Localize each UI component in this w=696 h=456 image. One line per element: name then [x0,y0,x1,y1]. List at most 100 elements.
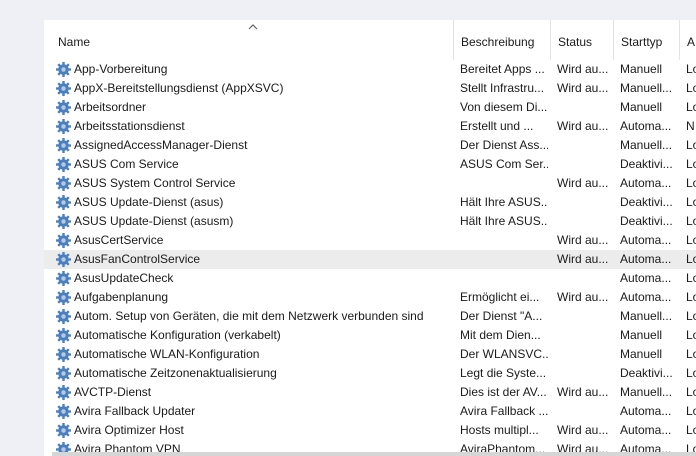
gear-icon [55,251,72,268]
chevron-up-icon[interactable] [248,24,258,30]
service-description: Der Dienst "A... [460,309,543,323]
table-row[interactable]: Aufgabenplanung Ermöglicht ei... Wird au… [44,288,696,307]
column-header-logon[interactable]: A [680,20,696,60]
gear-icon [55,118,72,135]
service-description: Dies ist der AV... [460,385,547,399]
services-list: App-Vorbereitung Bereitet Apps ... Wird … [44,60,696,456]
gear-icon [55,365,72,382]
table-row[interactable]: Autom. Setup von Geräten, die mit dem Ne… [44,307,696,326]
gear-icon [55,137,72,154]
table-row[interactable]: AsusUpdateCheck Automa... Lo [44,269,696,288]
table-row[interactable]: Automatische WLAN-Konfiguration Der WLAN… [44,345,696,364]
table-row[interactable]: AsusFanControlService Wird au... Automa.… [44,250,696,269]
column-header-name[interactable]: Name [44,20,454,60]
service-starttype: Deaktivi... [620,366,673,380]
service-description: Der Dienst Ass... [460,138,548,152]
service-name: AppX-Bereitstellungsdienst (AppXSVC) [74,81,284,95]
service-starttype: Manuell... [620,309,673,323]
service-name: AssignedAccessManager-Dienst [74,138,248,152]
service-starttype: Deaktivi... [620,214,673,228]
column-header-description[interactable]: Beschreibung [454,20,551,60]
service-starttype: Automa... [620,290,672,304]
service-name: AVCTP-Dienst [74,385,152,399]
column-header-description-label: Beschreibung [461,35,535,49]
service-name: Avira Optimizer Host [74,423,184,437]
service-name: Automatische Zeitzonenaktualisierung [74,366,277,380]
gear-icon [55,403,72,420]
service-logon: Lo [686,309,696,323]
service-logon: Lo [686,100,696,114]
service-description: Bereitet Apps ... [460,62,545,76]
list-header: Name Beschreibung Status Starttyp A [44,20,696,60]
service-status [557,326,611,345]
table-row[interactable]: App-Vorbereitung Bereitet Apps ... Wird … [44,60,696,79]
service-description: Hält Ihre ASUS... [460,214,548,228]
service-name: AsusCertService [74,233,164,247]
service-status: Wird au... [557,290,609,304]
service-status: Wird au... [557,385,609,399]
table-row[interactable]: Arbeitsstationsdienst Erstellt und ... W… [44,117,696,136]
service-description: Mit dem Dien... [460,328,541,342]
table-row[interactable]: ASUS System Control Service Wird au... A… [44,174,696,193]
service-name: Arbeitsstationsdienst [74,119,185,133]
table-row[interactable]: Avira Optimizer Host Hosts multipl... Wi… [44,421,696,440]
service-status [557,155,611,174]
services-list-panel: Name Beschreibung Status Starttyp A App-… [44,20,696,456]
service-name: ASUS System Control Service [74,176,236,190]
table-row[interactable]: Arbeitsordner Von diesem Di... Manuell L… [44,98,696,117]
service-status [557,402,611,421]
service-name: App-Vorbereitung [74,62,168,76]
gear-icon [55,327,72,344]
service-starttype: Deaktivi... [620,157,673,171]
service-description: ASUS Com Ser... [460,157,548,171]
service-description [460,231,548,250]
service-description [460,174,548,193]
service-starttype: Manuell [620,347,663,361]
service-status: Wird au... [557,62,609,76]
column-header-name-label: Name [58,35,91,49]
gear-icon [55,384,72,401]
gear-icon [55,80,72,97]
table-row[interactable]: Automatische Zeitzonenaktualisierung Leg… [44,364,696,383]
gear-icon [55,308,72,325]
service-status: Wird au... [557,252,609,266]
service-status: Wird au... [557,233,609,247]
table-row[interactable]: AssignedAccessManager-Dienst Der Dienst … [44,136,696,155]
table-row[interactable]: Automatische Konfiguration (verkabelt) M… [44,326,696,345]
service-starttype: Manuell [620,328,663,342]
gear-icon [55,289,72,306]
service-status [557,307,611,326]
service-description: Erstellt und ... [460,119,534,133]
table-row[interactable]: AVCTP-Dienst Dies ist der AV... Wird au.… [44,383,696,402]
table-row[interactable]: AppX-Bereitstellungsdienst (AppXSVC) Ste… [44,79,696,98]
service-description: Hosts multipl... [460,423,539,437]
gear-icon [55,422,72,439]
service-status [557,212,611,231]
service-starttype: Automa... [620,404,672,418]
service-name: Automatische Konfiguration (verkabelt) [74,328,281,342]
column-header-logon-label: A [687,35,696,49]
window-top-strip [0,0,696,20]
column-header-status[interactable]: Status [551,20,614,60]
service-name: AsusFanControlService [74,252,201,266]
service-description: Avira Fallback ... [460,404,548,418]
table-row[interactable]: AsusCertService Wird au... Automa... Lo [44,231,696,250]
table-row[interactable]: ASUS Update-Dienst (asus) Hält Ihre ASUS… [44,193,696,212]
column-header-starttype[interactable]: Starttyp [614,20,680,60]
gear-icon [55,346,72,363]
column-header-status-label: Status [558,35,593,49]
gear-icon [55,232,72,249]
table-row[interactable]: Avira Fallback Updater Avira Fallback ..… [44,402,696,421]
gear-icon [55,175,72,192]
service-starttype: Manuell... [620,138,673,152]
service-description: Hält Ihre ASUS... [460,195,548,209]
service-status [557,364,611,383]
table-row[interactable]: ASUS Update-Dienst (asusm) Hält Ihre ASU… [44,212,696,231]
service-starttype: Automa... [620,423,672,437]
table-row[interactable]: ASUS Com Service ASUS Com Ser... Deaktiv… [44,155,696,174]
service-starttype: Automa... [620,252,672,266]
service-logon: Lo [686,176,696,190]
service-logon: Lo [686,271,696,285]
horizontal-scrollbar[interactable] [52,452,696,456]
service-status: Wird au... [557,423,609,437]
